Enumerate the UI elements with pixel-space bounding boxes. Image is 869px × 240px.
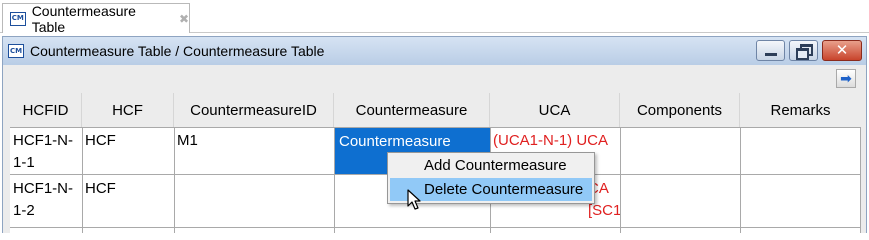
column-header-components[interactable]: Components (620, 93, 740, 127)
arrow-right-icon: ➡ (840, 70, 852, 87)
cell-hcfid[interactable]: HCF1-N-1-2 (10, 175, 82, 227)
restore-button[interactable] (789, 40, 818, 61)
window-titlebar[interactable]: CM Countermeasure Table / Countermeasure… (3, 37, 866, 65)
cell-remarks[interactable] (740, 175, 861, 227)
mouse-pointer-icon (407, 189, 421, 210)
window-title: Countermeasure Table / Countermeasure Ta… (30, 43, 325, 59)
tab-label: Countermeasure Table (31, 2, 136, 35)
grid-line (740, 127, 741, 233)
grid-line (82, 127, 83, 233)
minimize-button[interactable] (756, 40, 785, 61)
grid-line (860, 127, 861, 233)
grid-line (334, 127, 335, 233)
grid-line (10, 227, 861, 228)
close-icon: ✕ (835, 41, 849, 59)
cell-hcf[interactable]: HCF (82, 175, 174, 227)
restore-icon (796, 44, 813, 60)
cell-hcfid[interactable]: HCF1-N-1-1 (10, 127, 82, 174)
cell-remarks[interactable] (740, 127, 861, 174)
grid-line (620, 127, 621, 233)
column-header-hcf[interactable]: HCF (82, 93, 174, 127)
column-header-countermeasure[interactable]: Countermeasure (334, 93, 490, 127)
close-window-button[interactable]: ✕ (822, 40, 862, 61)
cell-countermeasure-id[interactable]: M1 (174, 127, 334, 174)
cell-hcf[interactable]: HCF (82, 127, 174, 174)
editor-tab-strip: CM Countermeasure Table ✖ (0, 0, 869, 35)
minimize-icon (764, 53, 777, 56)
column-header-remarks[interactable]: Remarks (740, 93, 861, 127)
menu-item-add-countermeasure[interactable]: Add Countermeasure (390, 154, 592, 177)
column-header-hcfid[interactable]: HCFID (10, 93, 82, 127)
column-header-countermeasure-id[interactable]: CountermeasureID (174, 93, 334, 127)
countermeasure-table-icon: CM (10, 11, 26, 26)
cell-components[interactable] (620, 127, 740, 174)
close-icon[interactable]: ✖ (179, 12, 189, 26)
tab-countermeasure-table[interactable]: CM Countermeasure Table ✖ (2, 2, 190, 35)
grid-line (174, 127, 175, 233)
cell-countermeasure-id[interactable] (174, 175, 334, 227)
grid-line (10, 127, 861, 128)
column-header-uca[interactable]: UCA (490, 93, 620, 127)
export-button[interactable]: ➡ (836, 69, 856, 88)
cell-components[interactable] (620, 175, 740, 227)
countermeasure-table-icon: CM (8, 44, 24, 58)
